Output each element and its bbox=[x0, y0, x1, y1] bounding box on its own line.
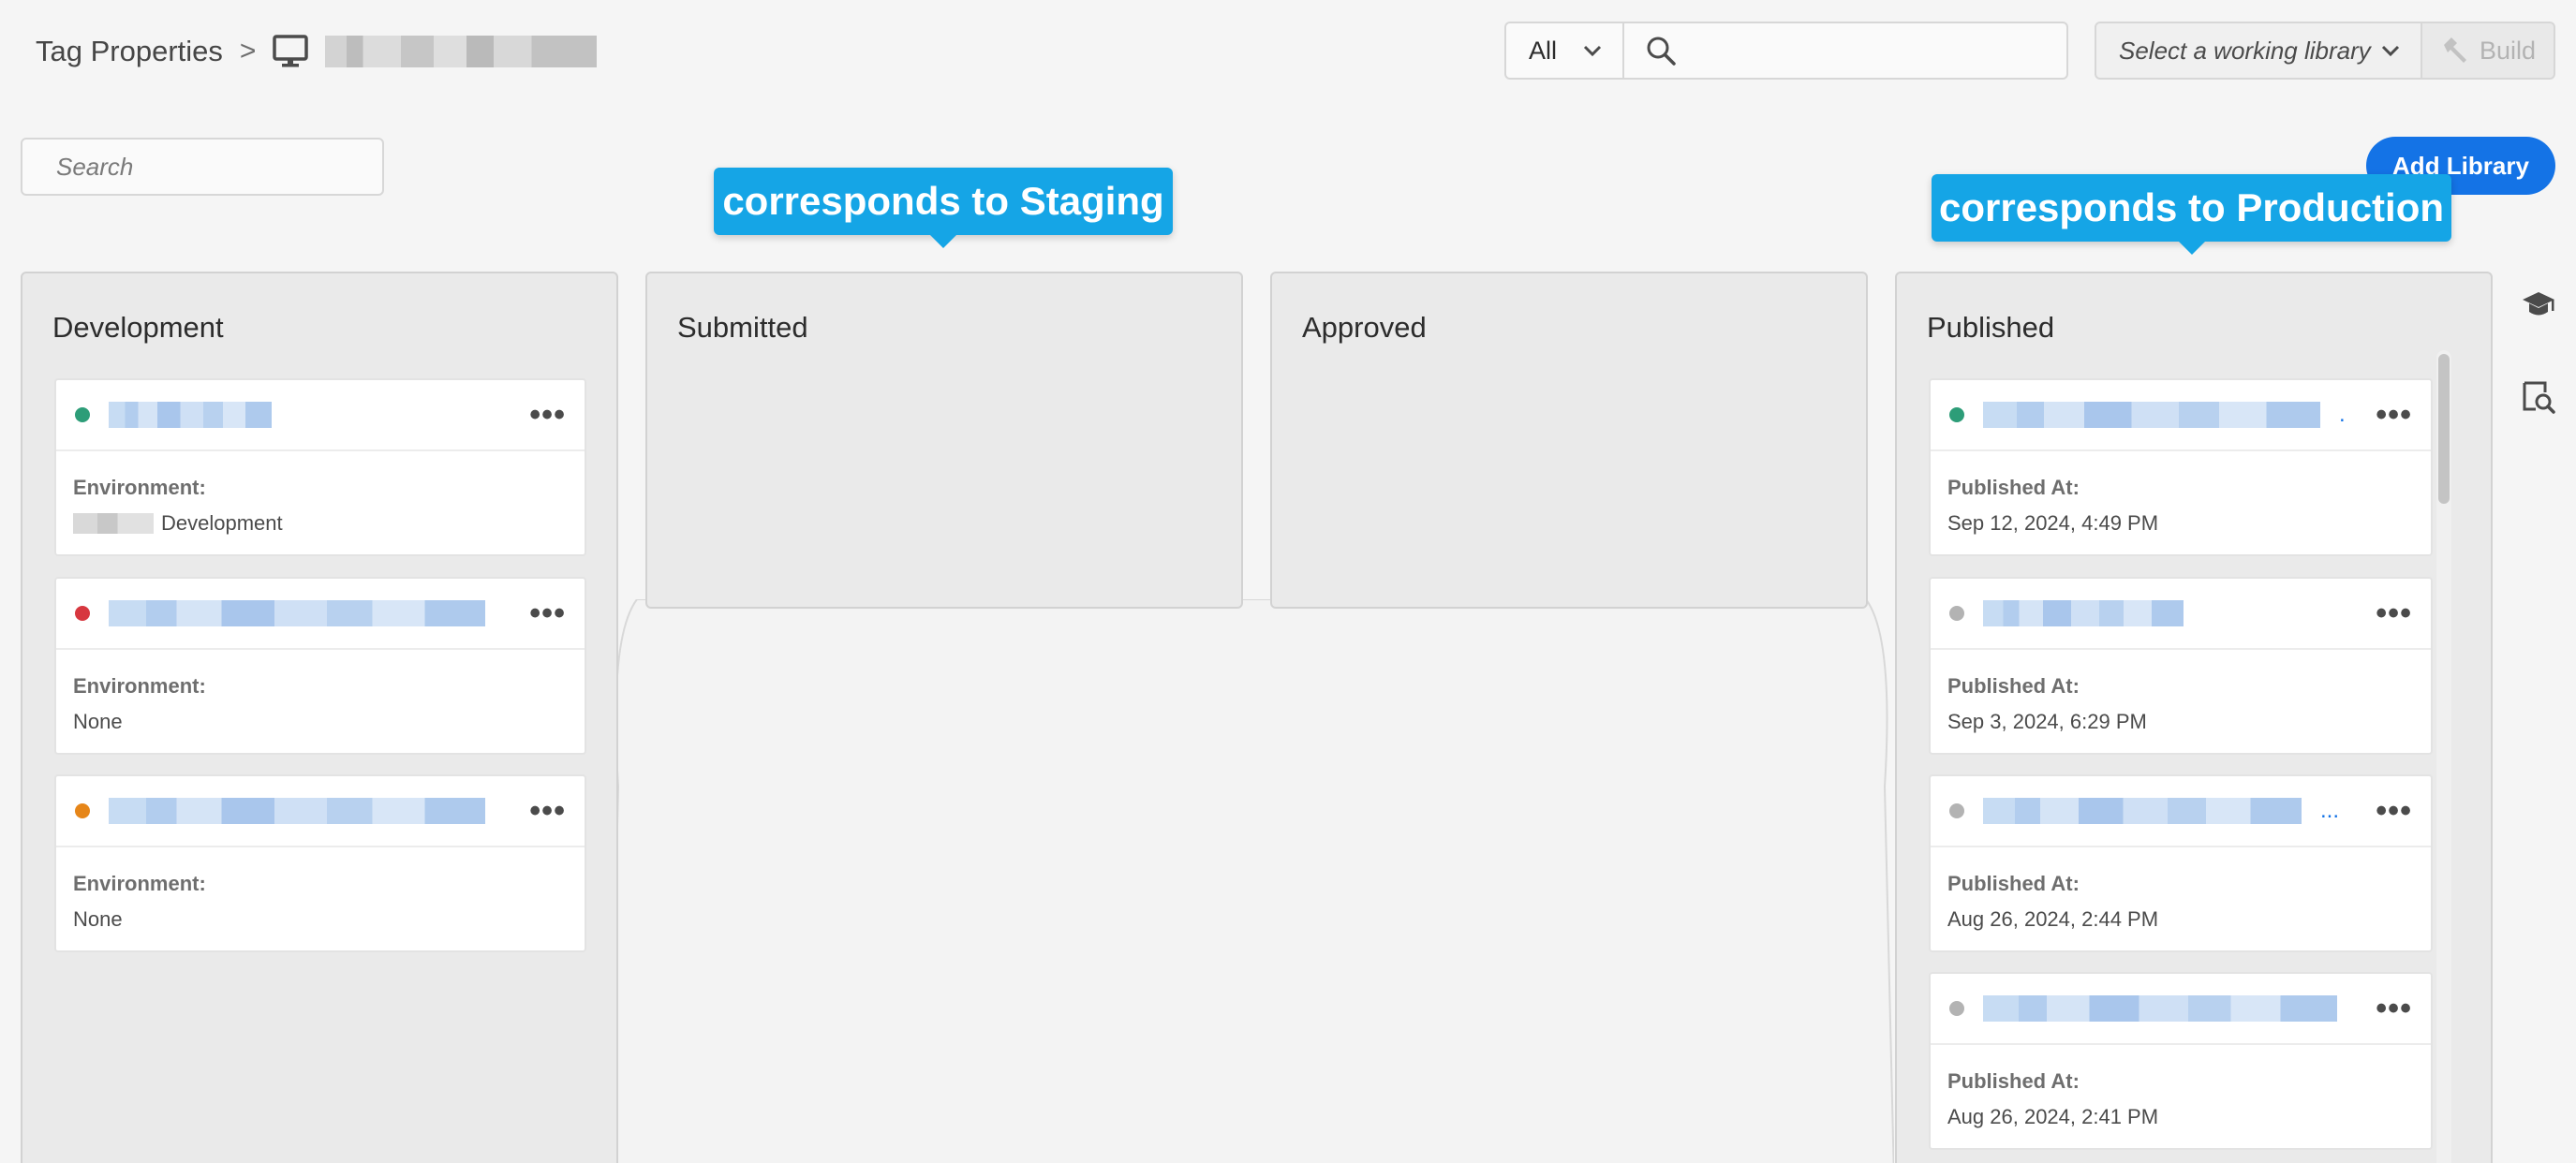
column-published: Published . ••• Published At: Sep 12, 20… bbox=[1895, 272, 2493, 1163]
published-at-label: Published At: bbox=[1947, 1069, 2080, 1093]
global-search-input[interactable] bbox=[1692, 36, 2046, 66]
library-name-redacted[interactable] bbox=[1983, 600, 2184, 626]
environment-value: None bbox=[73, 907, 123, 931]
build-button[interactable]: Build bbox=[2422, 22, 2555, 80]
more-icon[interactable]: ••• bbox=[529, 399, 566, 431]
status-dot bbox=[1949, 1001, 1964, 1016]
name-truncation: . bbox=[2339, 402, 2346, 427]
more-icon[interactable]: ••• bbox=[2376, 795, 2412, 827]
card-header: ••• bbox=[1931, 974, 2431, 1045]
published-at-value: Aug 26, 2024, 2:44 PM bbox=[1947, 907, 2159, 931]
library-card[interactable]: ••• Environment: None bbox=[54, 577, 586, 755]
column-development: Development ••• Environment: Development… bbox=[21, 272, 618, 1163]
environment-name: Development bbox=[161, 511, 283, 535]
graduation-cap-icon[interactable] bbox=[2520, 287, 2557, 324]
column-title: Published bbox=[1927, 311, 2055, 344]
scrollbar-thumb[interactable] bbox=[2438, 354, 2450, 504]
published-at-label: Published At: bbox=[1947, 674, 2080, 698]
column-title: Development bbox=[52, 311, 224, 344]
breadcrumb-tag-properties[interactable]: Tag Properties bbox=[36, 35, 223, 68]
library-name-redacted[interactable] bbox=[109, 600, 485, 626]
status-dot bbox=[1949, 606, 1964, 621]
breadcrumb-separator: > bbox=[239, 36, 257, 66]
library-search-input[interactable] bbox=[56, 152, 374, 182]
library-search bbox=[21, 138, 384, 196]
more-icon[interactable]: ••• bbox=[2376, 993, 2412, 1024]
status-dot bbox=[1949, 803, 1964, 818]
column-approved: Approved bbox=[1270, 272, 1868, 609]
card-header: . ••• bbox=[1931, 380, 2431, 451]
environment-label: Environment: bbox=[73, 872, 206, 895]
library-card[interactable]: ••• Published At: Sep 3, 2024, 6:29 PM bbox=[1929, 577, 2433, 755]
environment-value: None bbox=[73, 710, 123, 733]
library-name-redacted[interactable] bbox=[1983, 798, 2302, 824]
hammer-icon bbox=[2443, 37, 2466, 63]
more-icon[interactable]: ••• bbox=[529, 795, 566, 827]
card-header: ••• bbox=[56, 579, 585, 650]
published-at-label: Published At: bbox=[1947, 476, 2080, 499]
library-name-redacted[interactable] bbox=[109, 402, 272, 428]
library-name-redacted[interactable] bbox=[109, 798, 485, 824]
more-icon[interactable]: ••• bbox=[2376, 597, 2412, 629]
breadcrumb: Tag Properties > bbox=[36, 28, 598, 75]
name-truncation: ... bbox=[2320, 798, 2340, 823]
published-at-value: Aug 26, 2024, 2:41 PM bbox=[1947, 1105, 2159, 1128]
published-at-label: Published At: bbox=[1947, 872, 2080, 895]
search-icon bbox=[1647, 37, 1676, 66]
environment-value: Development bbox=[73, 511, 568, 536]
more-icon[interactable]: ••• bbox=[529, 597, 566, 629]
search-document-icon[interactable] bbox=[2520, 378, 2557, 416]
chevron-down-icon bbox=[2381, 45, 2400, 57]
scope-select-value: All bbox=[1529, 36, 1558, 65]
global-search-group: All bbox=[1504, 22, 2068, 80]
card-header: ••• bbox=[56, 380, 585, 451]
library-name-redacted[interactable] bbox=[1983, 402, 2320, 428]
more-icon[interactable]: ••• bbox=[2376, 399, 2412, 431]
environment-label: Environment: bbox=[73, 476, 206, 499]
build-label: Build bbox=[2479, 36, 2537, 65]
library-card[interactable]: ... ••• Published At: Aug 26, 2024, 2:44… bbox=[1929, 774, 2433, 952]
column-title: Approved bbox=[1302, 311, 1427, 344]
global-search bbox=[1622, 22, 2068, 80]
environment-prefix-redacted bbox=[73, 513, 154, 534]
status-dot bbox=[75, 606, 90, 621]
status-dot bbox=[75, 407, 90, 422]
published-scrollbar[interactable] bbox=[2436, 350, 2451, 1163]
published-at-value: Sep 3, 2024, 6:29 PM bbox=[1947, 710, 2147, 733]
column-title: Submitted bbox=[677, 311, 808, 344]
library-card[interactable]: ••• Environment: None bbox=[54, 774, 586, 952]
card-header: ... ••• bbox=[1931, 776, 2431, 847]
monitor-icon bbox=[273, 34, 309, 69]
scope-select[interactable]: All bbox=[1504, 22, 1622, 80]
environment-label: Environment: bbox=[73, 674, 206, 698]
working-library-value: Select a working library bbox=[2119, 36, 2371, 65]
callout-production: corresponds to Production bbox=[1932, 174, 2451, 242]
status-dot bbox=[1949, 407, 1964, 422]
library-card[interactable]: ••• Environment: Development bbox=[54, 378, 586, 556]
callout-staging: corresponds to Staging bbox=[714, 168, 1173, 235]
library-card[interactable]: . ••• Published At: Sep 12, 2024, 4:49 P… bbox=[1929, 378, 2433, 556]
library-name-redacted[interactable] bbox=[1983, 995, 2337, 1022]
column-submitted: Submitted bbox=[645, 272, 1243, 609]
card-header: ••• bbox=[56, 776, 585, 847]
chevron-down-icon bbox=[1583, 45, 1602, 57]
property-name-redacted[interactable] bbox=[325, 36, 598, 67]
card-header: ••• bbox=[1931, 579, 2431, 650]
flow-connector bbox=[609, 599, 1894, 1163]
published-at-value: Sep 12, 2024, 4:49 PM bbox=[1947, 511, 2159, 535]
working-library-select[interactable]: Select a working library bbox=[2095, 22, 2422, 80]
status-dot bbox=[75, 803, 90, 818]
library-card[interactable]: ••• Published At: Aug 26, 2024, 2:41 PM bbox=[1929, 972, 2433, 1150]
